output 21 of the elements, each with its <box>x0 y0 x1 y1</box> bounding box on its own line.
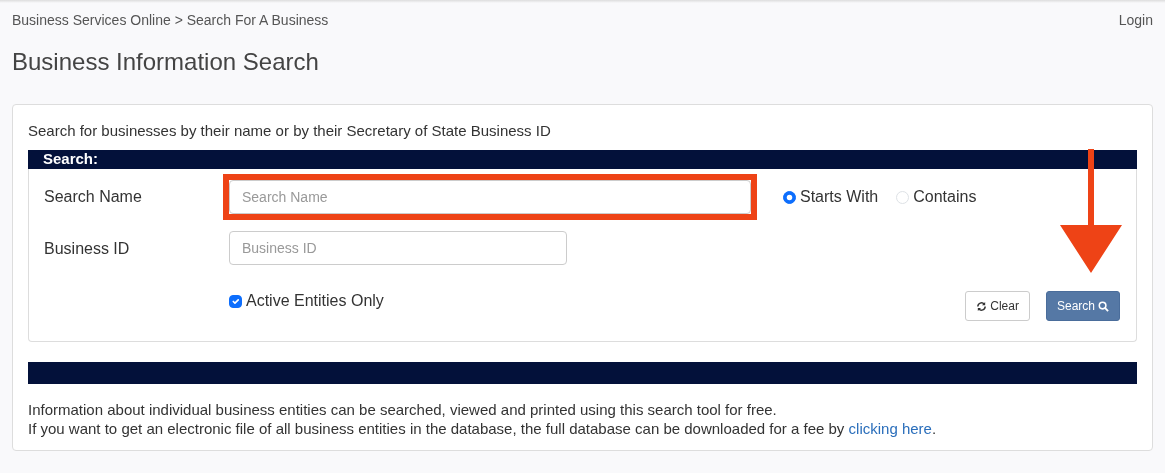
download-link[interactable]: clicking here <box>848 420 932 438</box>
clear-button[interactable]: Clear <box>965 291 1030 322</box>
checkbox-label: Active Entities Only <box>246 291 384 312</box>
search-field[interactable]: Business ID <box>229 231 567 266</box>
page-title: Business Information Search <box>12 48 320 77</box>
radio-label: Starts With <box>800 187 879 208</box>
search-field[interactable]: Search Name <box>223 174 757 221</box>
checkbox[interactable] <box>229 294 242 308</box>
info-text: If you want to get an electronic file of all business entities in the database, the full database can be downloaded for a fee by clicking here. <box>28 419 938 439</box>
refresh-icon <box>976 300 988 312</box>
intro-text: Search for businesses by their name or by their Secretary of State Business ID <box>28 120 552 141</box>
search-icon <box>1098 300 1109 312</box>
field-label: Search Name <box>44 187 143 208</box>
search-button[interactable]: Search <box>1045 291 1120 322</box>
search-header: Search: <box>28 150 1137 170</box>
field-label: Business ID <box>44 239 131 260</box>
breadcrumb: Business Services Online > Search For A Business <box>12 11 329 30</box>
radio-label: Contains <box>913 187 977 208</box>
login-link[interactable]: Login <box>1118 10 1153 31</box>
radio-button[interactable] <box>783 190 796 204</box>
info-text: Information about individual business entities can be searched, viewed and printed using this search tool for free. <box>28 400 778 420</box>
